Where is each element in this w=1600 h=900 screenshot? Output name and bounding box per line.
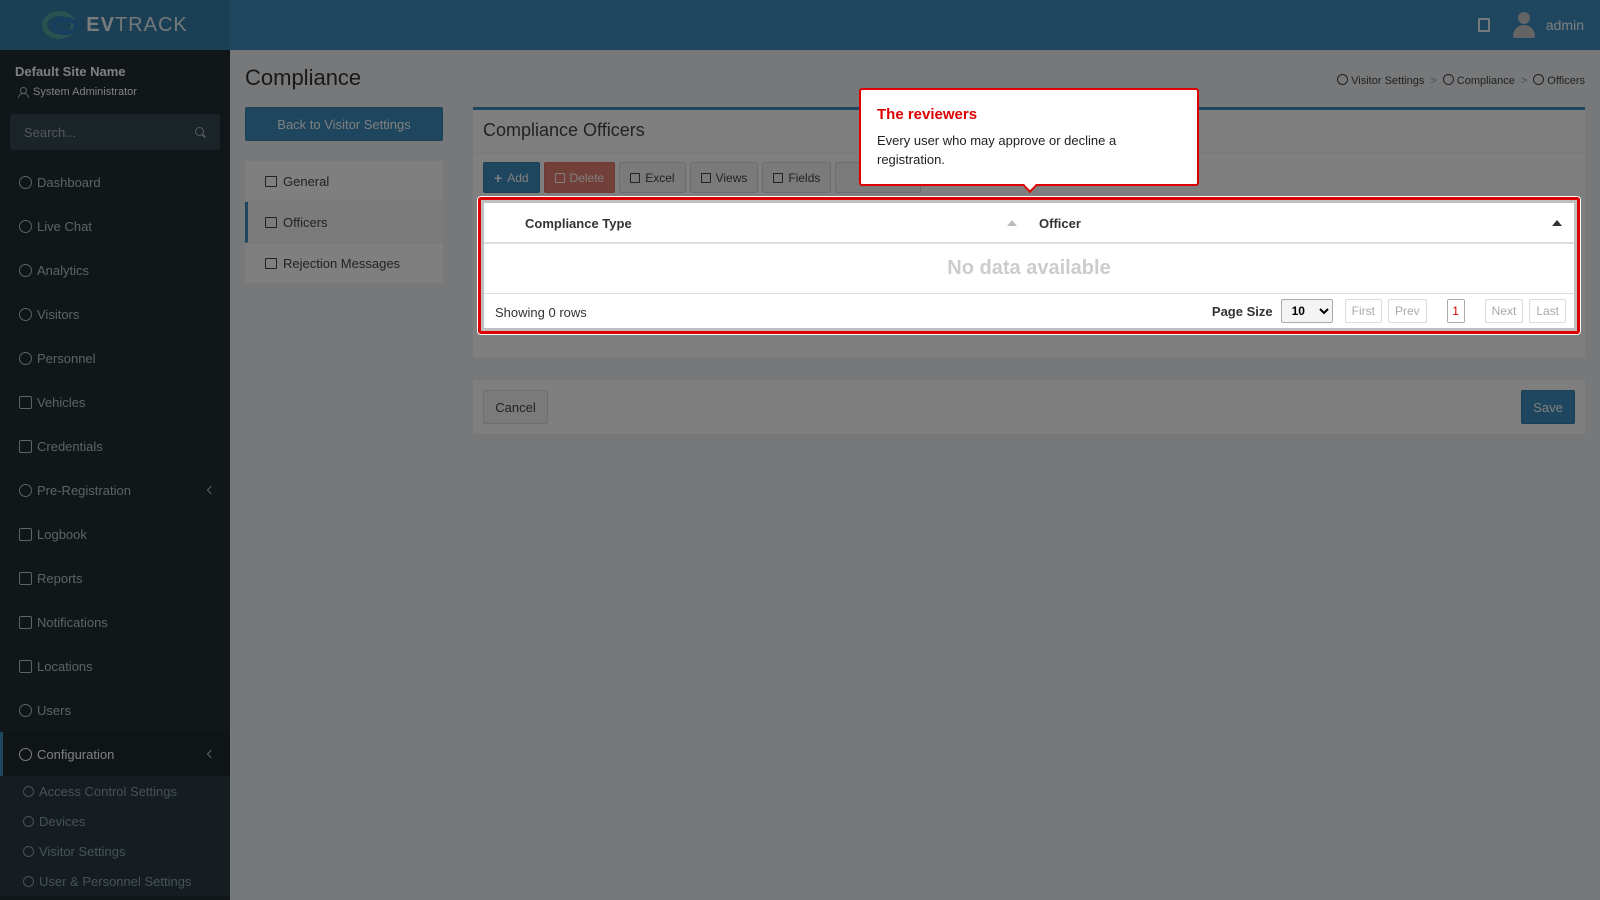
tooltip-body: Every user who may approve or decline a …	[877, 133, 1117, 167]
sort-asc-icon[interactable]	[1007, 220, 1017, 226]
compliance-officers-grid: Compliance Type Officer No data availabl…	[484, 203, 1574, 328]
tooltip-title: The reviewers	[877, 106, 978, 123]
last-page-button[interactable]: Last	[1529, 299, 1566, 323]
current-page-button[interactable]: 1	[1446, 299, 1465, 323]
column-header-officer[interactable]: Officer	[1039, 216, 1081, 231]
tour-highlight: Compliance Type Officer No data availabl…	[478, 197, 1580, 334]
first-page-button[interactable]: First	[1344, 299, 1382, 323]
sort-asc-icon[interactable]	[1552, 220, 1562, 226]
column-header-compliance-type[interactable]: Compliance Type	[525, 216, 632, 231]
page-size-label: Page Size	[1211, 303, 1273, 319]
next-page-button[interactable]: Next	[1484, 299, 1524, 323]
grid-header: Compliance Type Officer	[484, 203, 1574, 244]
grid-footer: Showing 0 rows Page Size 10 First Prev 1…	[484, 295, 1574, 331]
rows-count: Showing 0 rows	[495, 305, 587, 320]
empty-state: No data available	[484, 244, 1574, 294]
tour-overlay[interactable]	[0, 0, 1600, 900]
prev-page-button[interactable]: Prev	[1387, 299, 1427, 323]
pager: Page Size 10 First Prev 1 Next Last	[1212, 299, 1566, 323]
page-size-select[interactable]: 10	[1280, 299, 1333, 323]
tour-tooltip: The reviewers Every user who may approve…	[859, 88, 1199, 194]
